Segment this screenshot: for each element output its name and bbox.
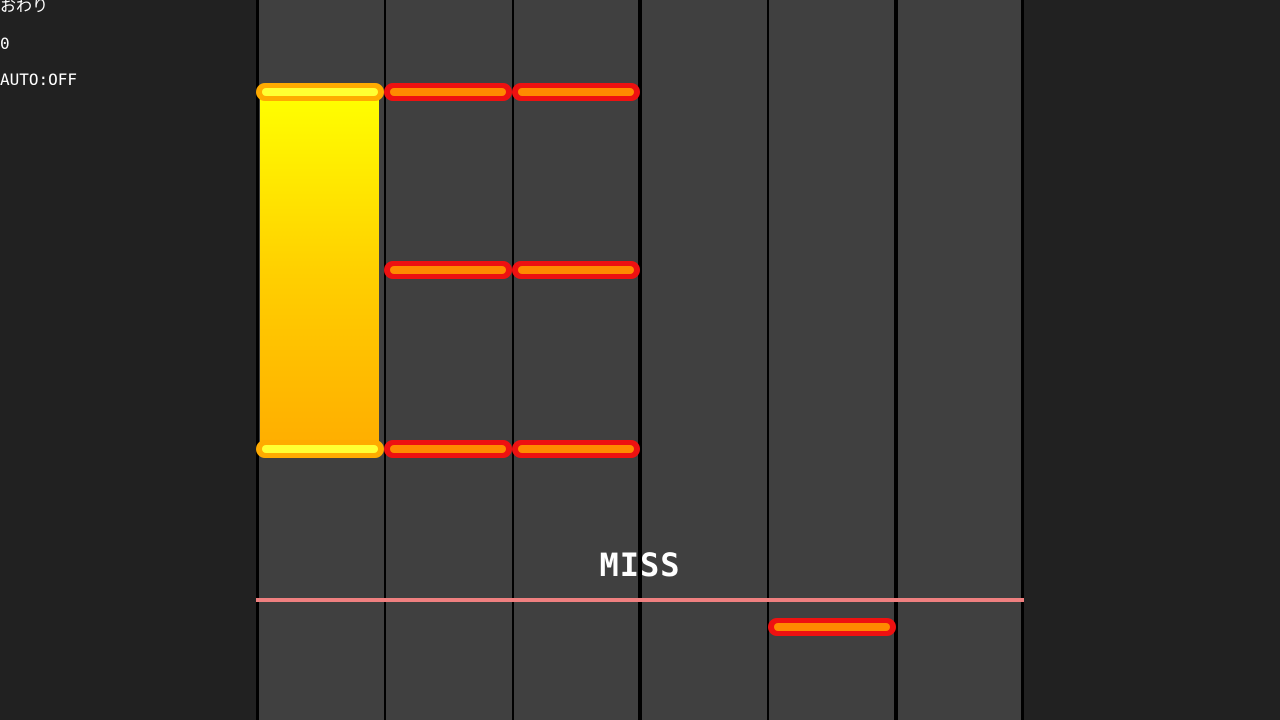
tap-note [384,440,512,458]
hold-note-tail [256,440,384,458]
status-text: おわり [0,0,49,15]
lane-5[interactable] [769,0,894,720]
tap-note [384,83,512,101]
tap-note [512,83,640,101]
tap-note [768,618,896,636]
tap-note [384,261,512,279]
lane-3[interactable] [514,0,638,720]
score-display: 0 [0,34,10,53]
tap-note [512,261,640,279]
lane-2[interactable] [386,0,512,720]
lane-6[interactable] [898,0,1021,720]
auto-play-indicator: AUTO:OFF [0,70,78,89]
judgement-text: MISS [599,546,681,584]
hold-note-body [260,96,379,446]
game-screen[interactable]: おわり 0 AUTO:OFF MISS [0,0,1280,720]
tap-note [512,440,640,458]
judgement-line [256,598,1024,602]
hold-note-head [256,83,384,101]
lane-4[interactable] [642,0,767,720]
